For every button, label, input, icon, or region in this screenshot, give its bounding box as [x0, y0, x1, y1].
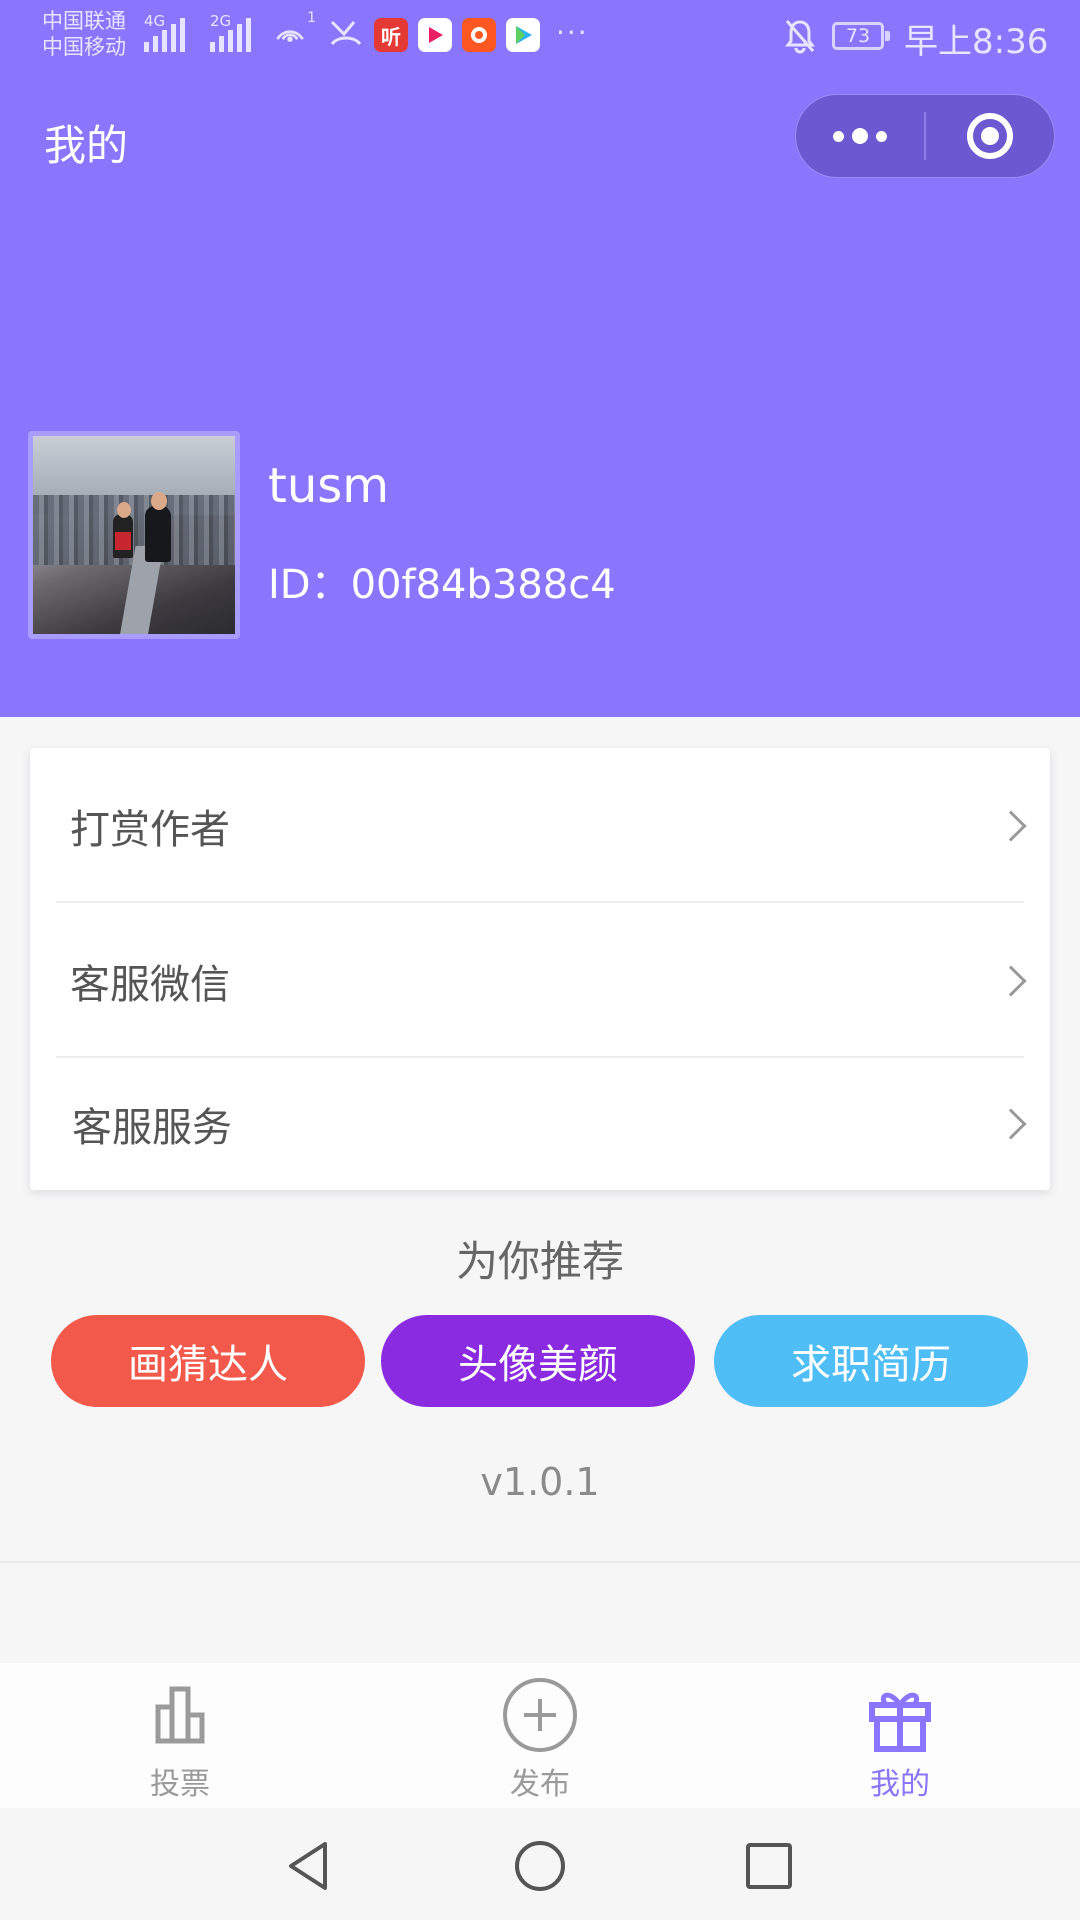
status-bar: 中国联通 中国移动 4G 2G 1 听 ··· 73 早上8:36 — [0, 0, 1080, 70]
player-app-icon — [506, 18, 540, 52]
recommend-app-avatar-beauty[interactable]: 头像美颜 — [381, 1315, 695, 1407]
version-label: v1.0.1 — [480, 1460, 600, 1504]
tab-label: 发布 — [510, 1767, 570, 1802]
gift-icon — [869, 1692, 931, 1752]
more-dots-icon[interactable] — [796, 95, 924, 177]
tab-mine[interactable]: 我的 — [800, 1663, 1000, 1808]
avatar[interactable] — [28, 431, 240, 639]
listen-app-icon: 听 — [374, 18, 408, 52]
page-title: 我的 — [44, 121, 129, 170]
chevron-right-icon — [995, 964, 1027, 997]
chevron-right-icon — [995, 1108, 1027, 1140]
music-app-icon — [462, 18, 496, 52]
network-2-label: 2G — [210, 12, 232, 30]
chevron-right-icon — [995, 809, 1027, 842]
back-triangle-icon[interactable] — [279, 1836, 339, 1896]
menu-item-label: 客服服务 — [72, 1105, 232, 1151]
signal-2-icon: 2G — [210, 12, 251, 52]
plus-circle-icon — [503, 1678, 577, 1752]
tab-label: 投票 — [150, 1767, 210, 1802]
signal-1-icon: 4G — [144, 12, 185, 52]
network-1-label: 4G — [144, 12, 166, 30]
mute-bell-icon — [785, 20, 815, 54]
menu-item-tip-author[interactable]: 打赏作者 — [30, 748, 1050, 903]
tab-bar: 投票 发布 我的 — [0, 1663, 1080, 1808]
hotspot-count: 1 — [307, 10, 316, 26]
tab-vote[interactable]: 投票 — [80, 1663, 280, 1808]
recommend-title: 为你推荐 — [455, 1237, 624, 1286]
bar-chart-icon — [155, 1686, 205, 1744]
profile-header: 中国联通 中国移动 4G 2G 1 听 ··· 73 早上8:36 我的 tus… — [0, 0, 1080, 717]
carrier-names: 中国联通 中国移动 — [42, 8, 126, 60]
menu-item-customer-service[interactable]: 客服服务 — [30, 1058, 1050, 1190]
battery-indicator: 73 — [832, 22, 890, 50]
user-id: ID：00f84b388c4 — [268, 562, 616, 608]
missed-call-icon — [328, 14, 364, 50]
recommend-app-draw-guess[interactable]: 画猜达人 — [51, 1315, 365, 1407]
target-circle-icon[interactable] — [926, 95, 1054, 177]
username: tusm — [268, 458, 390, 514]
hotspot-icon: 1 — [272, 10, 316, 50]
tab-label: 我的 — [870, 1767, 930, 1802]
more-notifications: ··· — [556, 16, 589, 49]
menu-item-label: 打赏作者 — [70, 806, 230, 853]
menu-item-label: 客服微信 — [70, 961, 230, 1008]
video-app-icon — [418, 18, 452, 52]
tab-publish[interactable]: 发布 — [440, 1663, 640, 1808]
menu-item-service-wechat[interactable]: 客服微信 — [30, 903, 1050, 1058]
carrier-1: 中国联通 — [42, 9, 126, 33]
home-circle-icon[interactable] — [510, 1836, 570, 1896]
footer-divider — [0, 1561, 1080, 1563]
recents-square-icon[interactable] — [739, 1836, 799, 1896]
android-nav-bar — [0, 1808, 1080, 1920]
carrier-2: 中国移动 — [42, 35, 126, 59]
mini-program-capsule — [795, 94, 1055, 178]
status-time: 早上8:36 — [904, 22, 1049, 62]
recommend-app-resume[interactable]: 求职简历 — [714, 1315, 1028, 1407]
menu-card: 打赏作者 客服微信 客服服务 — [30, 748, 1050, 1190]
